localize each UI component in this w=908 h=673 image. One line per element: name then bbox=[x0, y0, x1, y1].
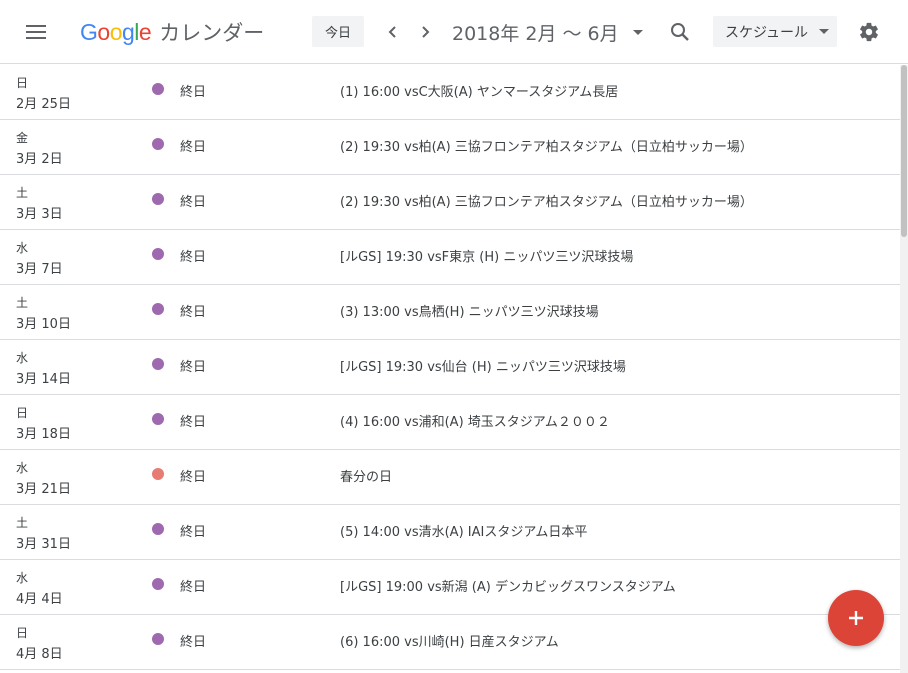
event-time: 終日 bbox=[180, 250, 207, 265]
google-wordmark: Google bbox=[80, 18, 152, 45]
event-title[interactable]: (3) 13:00 vs鳥栖(H) ニッパツ三ツ沢球技場 bbox=[340, 301, 599, 320]
event-row[interactable]: 日 4月 8日 終日 (6) 16:00 vs川崎(H) 日産スタジアム bbox=[0, 615, 900, 670]
calendar-color-dot bbox=[152, 413, 164, 425]
event-title[interactable]: (2) 19:30 vs柏(A) 三協フロンテア柏スタジアム（日立柏サッカー場） bbox=[340, 136, 753, 155]
event-date: 3月 18日 bbox=[16, 427, 71, 442]
calendar-color-dot bbox=[152, 523, 164, 535]
day-of-week: 日 bbox=[16, 76, 29, 90]
event-row[interactable]: 金 3月 2日 終日 (2) 19:30 vs柏(A) 三協フロンテア柏スタジアム（日… bbox=[0, 120, 900, 175]
day-of-week: 土 bbox=[16, 186, 29, 200]
event-title[interactable]: (4) 16:00 vs浦和(A) 埼玉スタジアム２００２ bbox=[340, 411, 610, 430]
top-bar: Google カレンダー 今日 2018年 2月 〜 6月 スケジュール bbox=[0, 0, 908, 64]
event-time: 終日 bbox=[180, 85, 207, 100]
event-date: 3月 10日 bbox=[16, 317, 71, 332]
today-button[interactable]: 今日 bbox=[312, 16, 364, 47]
calendar-color-dot bbox=[152, 248, 164, 260]
product-name: カレンダー bbox=[159, 21, 265, 45]
previous-period-button[interactable] bbox=[379, 18, 407, 46]
event-date: 2月 25日 bbox=[16, 97, 71, 112]
event-time: 終日 bbox=[180, 360, 207, 375]
event-title[interactable]: (6) 16:00 vs川崎(H) 日産スタジアム bbox=[340, 631, 559, 650]
event-row[interactable]: 土 3月 31日 終日 (5) 14:00 vs清水(A) IAIスタジアム日本平 bbox=[0, 505, 900, 560]
event-time: 終日 bbox=[180, 635, 207, 650]
day-of-week: 日 bbox=[16, 406, 29, 420]
search-button[interactable] bbox=[666, 18, 694, 46]
event-title[interactable]: (2) 19:30 vs柏(A) 三協フロンテア柏スタジアム（日立柏サッカー場） bbox=[340, 191, 753, 210]
event-date: 4月 8日 bbox=[16, 647, 63, 662]
event-date: 3月 14日 bbox=[16, 372, 71, 387]
calendar-color-dot bbox=[152, 303, 164, 315]
chevron-right-icon bbox=[422, 26, 430, 38]
scrollbar[interactable] bbox=[900, 65, 908, 673]
next-period-button[interactable] bbox=[411, 18, 439, 46]
event-date: 3月 3日 bbox=[16, 207, 63, 222]
event-row[interactable]: 水 3月 7日 終日 [ルGS] 19:30 vsF東京 (H) ニッパツ三ツ沢球技場 bbox=[0, 230, 900, 285]
event-row[interactable]: 水 4月 4日 終日 [ルGS] 19:00 vs新潟 (A) デンカビッグスワンスタ… bbox=[0, 560, 900, 615]
event-time: 終日 bbox=[180, 195, 207, 210]
gear-icon bbox=[860, 22, 878, 42]
event-time: 終日 bbox=[180, 140, 207, 155]
event-time: 終日 bbox=[180, 305, 207, 320]
day-of-week: 水 bbox=[16, 351, 29, 365]
day-of-week: 土 bbox=[16, 296, 29, 310]
event-row[interactable]: 水 3月 14日 終日 [ルGS] 19:30 vs仙台 (H) ニッパツ三ツ沢球技場 bbox=[0, 340, 900, 395]
event-row[interactable]: 日 3月 18日 終日 (4) 16:00 vs浦和(A) 埼玉スタジアム２００２ bbox=[0, 395, 900, 450]
event-time: 終日 bbox=[180, 415, 207, 430]
event-row[interactable]: 土 3月 10日 終日 (3) 13:00 vs鳥栖(H) ニッパツ三ツ沢球技場 bbox=[0, 285, 900, 340]
date-range-picker[interactable]: 2018年 2月 〜 6月 bbox=[452, 16, 643, 48]
day-of-week: 土 bbox=[16, 516, 29, 530]
day-of-week: 水 bbox=[16, 241, 29, 255]
event-title[interactable]: [ルGS] 19:00 vs新潟 (A) デンカビッグスワンスタジアム bbox=[340, 576, 676, 595]
calendar-app: Google カレンダー 今日 2018年 2月 〜 6月 スケジュール 日 2月… bbox=[0, 0, 908, 673]
event-date: 3月 2日 bbox=[16, 152, 63, 167]
caret-down-icon bbox=[632, 29, 643, 35]
event-title[interactable]: (5) 14:00 vs清水(A) IAIスタジアム日本平 bbox=[340, 521, 587, 540]
scrollbar-thumb[interactable] bbox=[901, 65, 907, 237]
day-of-week: 水 bbox=[16, 461, 29, 475]
event-title[interactable]: 春分の日 bbox=[340, 466, 392, 485]
date-range-label: 2018年 2月 〜 6月 bbox=[452, 22, 619, 45]
calendar-color-dot bbox=[152, 358, 164, 370]
main-menu-button[interactable] bbox=[16, 16, 56, 48]
event-date: 3月 21日 bbox=[16, 482, 71, 497]
event-time: 終日 bbox=[180, 470, 207, 485]
event-title[interactable]: [ルGS] 19:30 vs仙台 (H) ニッパツ三ツ沢球技場 bbox=[340, 356, 626, 375]
event-date: 4月 4日 bbox=[16, 592, 63, 607]
day-of-week: 日 bbox=[16, 626, 29, 640]
event-title[interactable]: [ルGS] 19:30 vsF東京 (H) ニッパツ三ツ沢球技場 bbox=[340, 246, 633, 265]
plus-icon bbox=[849, 611, 863, 625]
event-date: 3月 31日 bbox=[16, 537, 71, 552]
event-time: 終日 bbox=[180, 525, 207, 540]
app-logo[interactable]: Google カレンダー bbox=[80, 16, 264, 48]
caret-down-icon bbox=[819, 29, 829, 34]
calendar-color-dot bbox=[152, 193, 164, 205]
event-row[interactable]: 日 2月 25日 終日 (1) 16:00 vsC大阪(A) ヤンマースタジアム長居 bbox=[0, 65, 900, 120]
search-icon bbox=[671, 23, 689, 41]
view-selector[interactable]: スケジュール bbox=[713, 16, 837, 47]
event-title[interactable]: (1) 16:00 vsC大阪(A) ヤンマースタジアム長居 bbox=[340, 81, 618, 100]
schedule-list: 日 2月 25日 終日 (1) 16:00 vsC大阪(A) ヤンマースタジアム長居金… bbox=[0, 65, 900, 670]
calendar-color-dot bbox=[152, 468, 164, 480]
day-of-week: 金 bbox=[16, 131, 29, 145]
create-event-button[interactable] bbox=[828, 590, 884, 646]
event-time: 終日 bbox=[180, 580, 207, 595]
event-row[interactable]: 水 3月 21日 終日 春分の日 bbox=[0, 450, 900, 505]
calendar-color-dot bbox=[152, 83, 164, 95]
event-date: 3月 7日 bbox=[16, 262, 63, 277]
settings-button[interactable] bbox=[855, 18, 883, 46]
day-of-week: 水 bbox=[16, 571, 29, 585]
view-selector-label: スケジュール bbox=[725, 24, 809, 41]
chevron-left-icon bbox=[388, 26, 396, 38]
calendar-color-dot bbox=[152, 633, 164, 645]
calendar-color-dot bbox=[152, 138, 164, 150]
event-row[interactable]: 土 3月 3日 終日 (2) 19:30 vs柏(A) 三協フロンテア柏スタジアム（日… bbox=[0, 175, 900, 230]
calendar-color-dot bbox=[152, 578, 164, 590]
hamburger-icon bbox=[26, 21, 46, 43]
